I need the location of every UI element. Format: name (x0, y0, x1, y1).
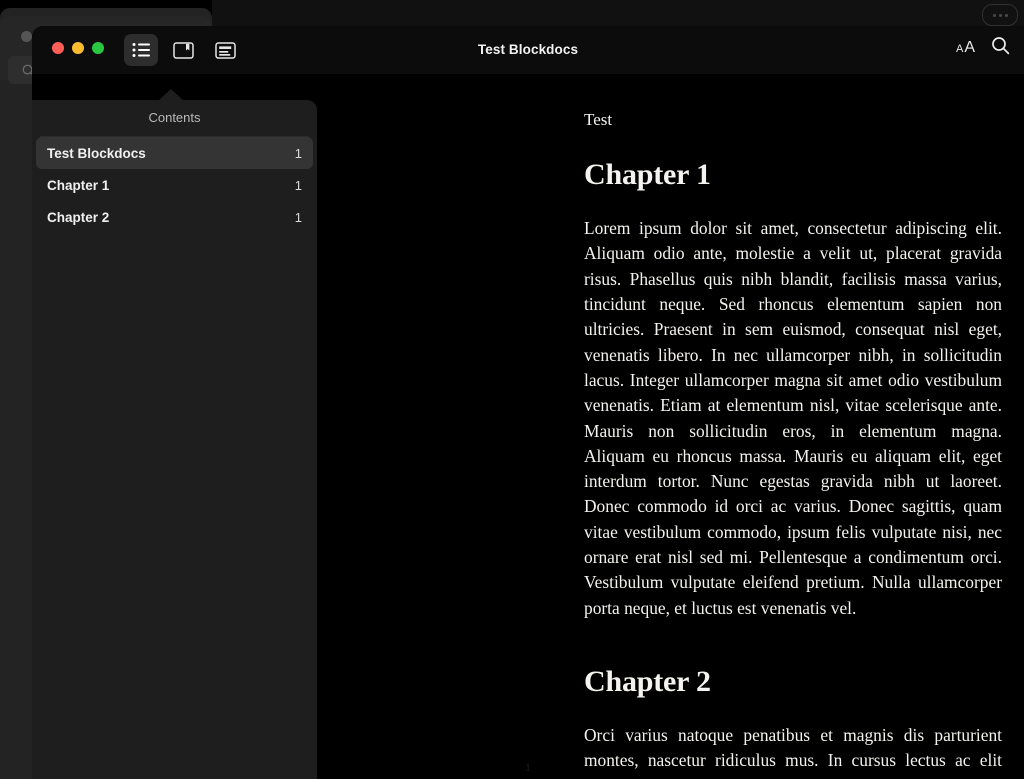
search-button[interactable] (991, 36, 1010, 60)
contents-item-page: 1 (294, 145, 302, 161)
contents-item-chapter-1[interactable]: Chapter 1 1 (36, 169, 313, 201)
font-size-large-a: A (964, 39, 975, 56)
page-title: Test Blockdocs (477, 42, 579, 57)
contents-popover-title: Contents (148, 110, 201, 125)
chapter-2-heading: Chapter 2 (584, 665, 711, 698)
search-icon (992, 37, 1010, 55)
more-options-icon[interactable] (982, 4, 1018, 26)
contents-item-label: Chapter 2 (47, 209, 110, 225)
contents-item-label: Chapter 1 (47, 177, 110, 193)
toolbar-right-group: A A (956, 36, 1010, 60)
font-size-small-a: A (955, 43, 964, 55)
contents-item-label: Test Blockdocs (47, 145, 146, 161)
contents-item-test-blockdocs[interactable]: Test Blockdocs 1 (36, 137, 313, 169)
background-window-secondary[interactable] (212, 0, 1024, 26)
contents-item-chapter-2[interactable]: Chapter 2 1 (36, 201, 313, 233)
font-size-button[interactable]: A A (956, 39, 975, 57)
background-close-button[interactable] (21, 31, 32, 42)
chapter-1-paragraph: Lorem ipsum dolor sit amet, consectetur … (584, 218, 1002, 618)
contents-item-page: 1 (294, 177, 302, 193)
popover-arrow (158, 89, 184, 101)
contents-list: Test Blockdocs 1 Chapter 1 1 Chapter 2 1 (32, 137, 317, 233)
contents-popover: Contents Test Blockdocs 1 Chapter 1 1 Ch… (32, 89, 317, 779)
document-kicker: Test (584, 110, 613, 129)
contents-item-page: 1 (294, 209, 302, 225)
document-page: Test Chapter 1 Lorem ipsum dolor sit ame… (584, 110, 1002, 779)
titlebar: Test Blockdocs A A (32, 26, 1024, 74)
chapter-1-heading: Chapter 1 (584, 158, 711, 191)
reader-window: Test Blockdocs A A Test Chapter 1 Lorem … (32, 26, 1024, 779)
